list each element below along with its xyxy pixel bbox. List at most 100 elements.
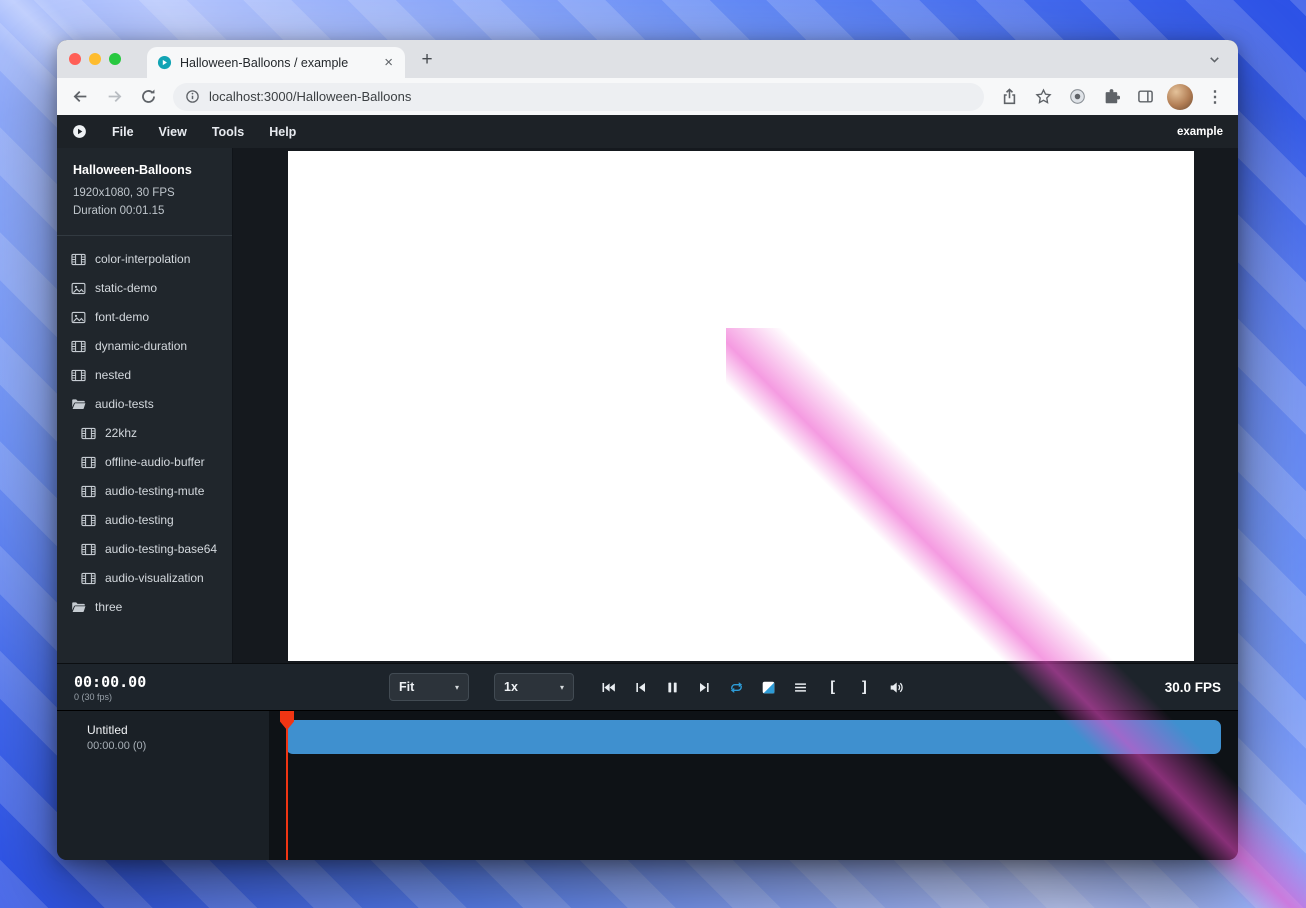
tab-close-icon[interactable]: × — [382, 55, 395, 70]
current-timecode: 00:00.00 — [74, 673, 146, 691]
folder-item[interactable]: audio-tests — [57, 390, 232, 419]
image-icon — [71, 281, 86, 296]
timeline-track-names: Untitled 00:00.00 (0) — [57, 711, 269, 860]
next-frame-icon — [697, 680, 712, 695]
timecode-display: 00:00.00 0 (30 fps) — [74, 673, 146, 702]
chevron-down-icon: ▾ — [455, 683, 459, 692]
track-name: Untitled — [87, 723, 269, 737]
url-text: localhost:3000/Halloween-Balloons — [209, 89, 411, 104]
close-window-button[interactable] — [69, 53, 81, 65]
menu-help[interactable]: Help — [269, 125, 296, 139]
timeline-track-bar[interactable] — [286, 720, 1221, 754]
composition-item[interactable]: audio-visualization — [57, 564, 232, 593]
composition-item[interactable]: color-interpolation — [57, 245, 232, 274]
composition-item[interactable]: dynamic-duration — [57, 332, 232, 361]
previous-frame-icon — [633, 680, 648, 695]
reload-icon — [140, 88, 157, 105]
composition-item[interactable]: audio-testing — [57, 506, 232, 535]
tab-title: Halloween-Balloons / example — [180, 56, 374, 70]
composition-label: audio-testing-base64 — [105, 542, 217, 557]
site-info-icon[interactable] — [185, 89, 200, 104]
project-duration: Duration 00:01.15 — [73, 202, 216, 220]
composition-label: offline-audio-buffer — [105, 455, 205, 470]
sidebar-resize-handle[interactable] — [232, 148, 243, 663]
pause-button[interactable] — [663, 678, 682, 697]
playback-controls: Fit ▾ 1x ▾ [ ] — [389, 673, 906, 701]
profile-avatar[interactable] — [1167, 84, 1193, 110]
menu-tools[interactable]: Tools — [212, 125, 244, 139]
timeline-area[interactable] — [269, 711, 1238, 860]
frame-info: 0 (30 fps) — [74, 692, 146, 702]
project-info: Halloween-Balloons 1920x1080, 30 FPS Dur… — [57, 148, 232, 236]
extensions-menu-button[interactable] — [1096, 82, 1126, 112]
new-tab-button[interactable]: + — [413, 45, 441, 73]
composition-label: audio-testing — [105, 513, 174, 528]
menubar-right-label: example — [1177, 126, 1223, 138]
window-controls — [69, 53, 121, 65]
composition-item[interactable]: audio-testing-base64 — [57, 535, 232, 564]
forward-icon — [106, 88, 123, 105]
project-resolution: 1920x1080, 30 FPS — [73, 184, 216, 202]
previous-frame-button[interactable] — [631, 678, 650, 697]
film-icon — [81, 571, 96, 586]
browser-menu-button[interactable]: ⋮ — [1200, 82, 1230, 112]
volume-button[interactable] — [887, 678, 906, 697]
menu-file[interactable]: File — [112, 125, 134, 139]
composition-item[interactable]: font-demo — [57, 303, 232, 332]
next-frame-button[interactable] — [695, 678, 714, 697]
transparency-toggle-button[interactable] — [759, 678, 778, 697]
main-area: Halloween-Balloons 1920x1080, 30 FPS Dur… — [57, 148, 1238, 663]
timeline-rows-button[interactable] — [791, 678, 810, 697]
folder-open-icon — [71, 397, 86, 412]
tab-favicon-icon — [157, 55, 172, 70]
composition-label: nested — [95, 368, 131, 383]
pause-icon — [665, 680, 680, 695]
share-button[interactable] — [994, 82, 1024, 112]
composition-item[interactable]: audio-testing-mute — [57, 477, 232, 506]
composition-label: color-interpolation — [95, 252, 190, 267]
jump-to-start-button[interactable] — [599, 678, 618, 697]
film-icon — [71, 339, 86, 354]
puzzle-icon — [1103, 88, 1120, 105]
folder-item[interactable]: three — [57, 593, 232, 622]
browser-toolbar: localhost:3000/Halloween-Balloons ⋮ — [57, 78, 1238, 115]
playback-control-bar: 00:00.00 0 (30 fps) Fit ▾ 1x ▾ — [57, 663, 1238, 710]
side-panel-button[interactable] — [1130, 82, 1160, 112]
rows-icon — [793, 680, 808, 695]
app-logo-icon[interactable] — [72, 124, 87, 139]
size-dropdown[interactable]: Fit ▾ — [389, 673, 469, 701]
extension-button[interactable] — [1062, 82, 1092, 112]
compositions-sidebar: Halloween-Balloons 1920x1080, 30 FPS Dur… — [57, 148, 232, 663]
film-icon — [81, 484, 96, 499]
menu-view[interactable]: View — [159, 125, 187, 139]
desktop-wallpaper: Halloween-Balloons / example × + localho… — [0, 0, 1306, 908]
composition-canvas[interactable] — [288, 151, 1194, 661]
composition-item[interactable]: static-demo — [57, 274, 232, 303]
reload-button[interactable] — [133, 82, 163, 112]
composition-item[interactable]: offline-audio-buffer — [57, 448, 232, 477]
fullscreen-window-button[interactable] — [109, 53, 121, 65]
composition-label: audio-visualization — [105, 571, 204, 586]
tab-strip: Halloween-Balloons / example × + — [57, 40, 1238, 78]
bookmark-button[interactable] — [1028, 82, 1058, 112]
composition-item[interactable]: 22khz — [57, 419, 232, 448]
film-icon — [81, 513, 96, 528]
film-icon — [81, 455, 96, 470]
set-in-point-button[interactable]: [ — [823, 678, 842, 697]
playhead-line — [286, 711, 288, 860]
loop-toggle-button[interactable] — [727, 678, 746, 697]
minimize-window-button[interactable] — [89, 53, 101, 65]
address-bar[interactable]: localhost:3000/Halloween-Balloons — [173, 83, 984, 111]
speed-dropdown[interactable]: 1x ▾ — [494, 673, 574, 701]
back-button[interactable] — [65, 82, 95, 112]
jump-to-start-icon — [601, 680, 616, 695]
preview-stage — [243, 148, 1238, 663]
star-icon — [1035, 88, 1052, 105]
film-icon — [71, 368, 86, 383]
browser-tab[interactable]: Halloween-Balloons / example × — [147, 47, 405, 78]
tab-search-chevron-icon[interactable] — [1207, 52, 1222, 67]
set-out-point-button[interactable]: ] — [855, 678, 874, 697]
forward-button[interactable] — [99, 82, 129, 112]
composition-item[interactable]: nested — [57, 361, 232, 390]
film-icon — [81, 426, 96, 441]
